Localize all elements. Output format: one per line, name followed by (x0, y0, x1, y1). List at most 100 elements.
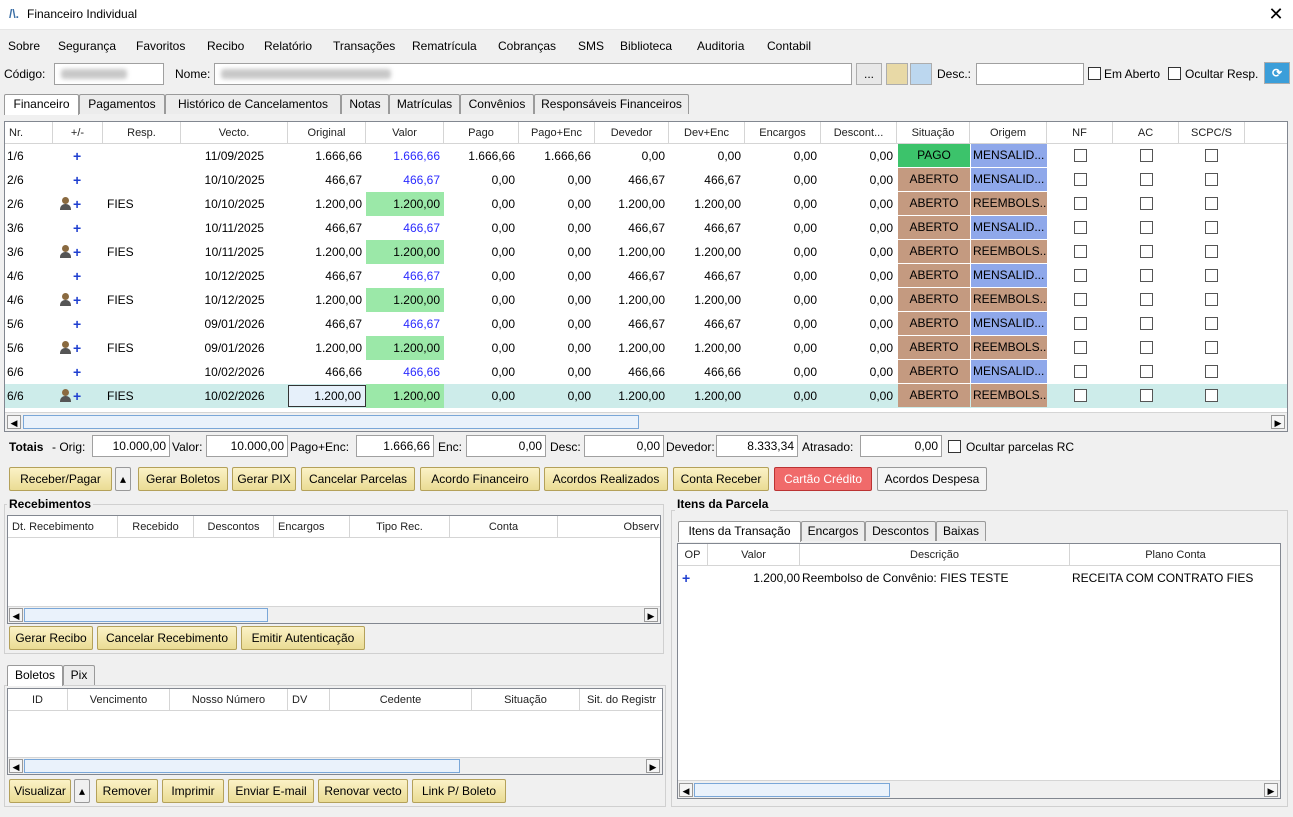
total-enc-field[interactable]: 0,00 (466, 435, 546, 457)
gerar-pix-button[interactable]: Gerar PIX (232, 467, 296, 491)
receber-pagar-button[interactable]: Receber/Pagar (9, 467, 112, 491)
nf-checkbox[interactable] (1074, 365, 1087, 378)
total-orig-field[interactable]: 10.000,00 (92, 435, 170, 457)
close-icon[interactable]: ✕ (1266, 3, 1286, 25)
acordos-despesa-button[interactable]: Acordos Despesa (877, 467, 987, 491)
scpc-checkbox[interactable] (1205, 245, 1218, 258)
plus-icon[interactable]: + (73, 312, 81, 336)
col-original[interactable]: Original (288, 122, 366, 144)
ac-checkbox[interactable] (1140, 269, 1153, 282)
menu-rematricula[interactable]: Rematrícula (412, 39, 477, 53)
col-nf[interactable]: NF (1047, 122, 1113, 144)
col-ac[interactable]: AC (1113, 122, 1179, 144)
col-descontos[interactable]: Descontos (194, 516, 274, 538)
cartao-credito-button[interactable]: Cartão Crédito (774, 467, 872, 491)
plus-icon[interactable]: + (73, 360, 81, 384)
nf-checkbox[interactable] (1074, 173, 1087, 186)
nf-checkbox[interactable] (1074, 341, 1087, 354)
nf-checkbox[interactable] (1074, 269, 1087, 282)
menu-sms[interactable]: SMS (578, 39, 604, 53)
col-encargos[interactable]: Encargos (745, 122, 821, 144)
search-ellipsis-button[interactable]: ... (856, 63, 882, 85)
scpc-checkbox[interactable] (1205, 173, 1218, 186)
scroll-left-icon[interactable]: ◀ (9, 759, 23, 773)
imprimir-button[interactable]: Imprimir (162, 779, 224, 803)
conta-receber-button[interactable]: Conta Receber (673, 467, 769, 491)
plus-icon[interactable]: + (73, 240, 81, 264)
plus-icon[interactable]: + (73, 144, 81, 168)
ac-checkbox[interactable] (1140, 341, 1153, 354)
menu-sobre[interactable]: Sobre (8, 39, 40, 53)
table-row[interactable]: 1/6 +11/09/2025 1.666,66 1.666,66 1.666,66 1.… (5, 144, 1287, 168)
col-dev-enc[interactable]: Dev+Enc (669, 122, 745, 144)
scroll-thumb[interactable] (24, 759, 460, 773)
table-row[interactable]: 2/6 + FIES 10/10/2025 1.200,00 1.200,00 0,00 0,… (5, 192, 1287, 216)
scpc-checkbox[interactable] (1205, 365, 1218, 378)
acordos-realizados-button[interactable]: Acordos Realizados (544, 467, 668, 491)
total-desc-field[interactable]: 0,00 (584, 435, 664, 457)
ac-checkbox[interactable] (1140, 365, 1153, 378)
scpc-checkbox[interactable] (1205, 269, 1218, 282)
em-aberto-checkbox[interactable] (1088, 67, 1101, 80)
scpc-checkbox[interactable] (1205, 389, 1218, 402)
total-pagoenc-field[interactable]: 1.666,66 (356, 435, 434, 457)
scpc-checkbox[interactable] (1205, 221, 1218, 234)
col-pago-enc[interactable]: Pago+Enc (519, 122, 595, 144)
col-plus-minus[interactable]: +/- (53, 122, 103, 144)
col-origem[interactable]: Origem (970, 122, 1047, 144)
tab-pix[interactable]: Pix (63, 665, 95, 685)
table-row[interactable]: 6/6 +10/02/2026 466,66 466,66 0,00 0,00 466,66… (5, 360, 1287, 384)
table-row[interactable]: 4/6 + FIES 10/12/2025 1.200,00 1.200,00 0,00 0,… (5, 288, 1287, 312)
table-row[interactable]: 4/6 +10/12/2025 466,67 466,67 0,00 0,00 466,67… (5, 264, 1287, 288)
cancelar-parcelas-button[interactable]: Cancelar Parcelas (301, 467, 415, 491)
col-op[interactable]: OP (678, 544, 708, 566)
renovar-vecto-button[interactable]: Renovar vecto (318, 779, 408, 803)
nome-input[interactable] (214, 63, 852, 85)
col-recebido[interactable]: Recebido (118, 516, 194, 538)
nf-checkbox[interactable] (1074, 389, 1087, 402)
col-valor[interactable]: Valor (708, 544, 800, 566)
table-row[interactable]: 5/6 + FIES 09/01/2026 1.200,00 1.200,00 0,00 0,… (5, 336, 1287, 360)
col-dt-recebimento[interactable]: Dt. Recebimento (8, 516, 118, 538)
nf-checkbox[interactable] (1074, 293, 1087, 306)
col-plano-conta[interactable]: Plano Conta (1070, 544, 1280, 566)
scroll-left-icon[interactable]: ◀ (679, 783, 693, 797)
recebimentos-hscrollbar[interactable]: ◀ ▶ (8, 606, 660, 623)
visualizar-dropdown-icon[interactable]: ▴ (74, 779, 90, 803)
scpc-checkbox[interactable] (1205, 293, 1218, 306)
col-nr[interactable]: Nr. (5, 122, 53, 144)
col-resp[interactable]: Resp. (103, 122, 181, 144)
table-row[interactable]: 3/6 + FIES 10/11/2025 1.200,00 1.200,00 0,00 0,… (5, 240, 1287, 264)
gerar-recibo-button[interactable]: Gerar Recibo (9, 626, 93, 650)
scpc-checkbox[interactable] (1205, 317, 1218, 330)
ac-checkbox[interactable] (1140, 245, 1153, 258)
emitir-autenticacao-button[interactable]: Emitir Autenticação (241, 626, 365, 650)
table-row[interactable]: 6/6 + FIES 10/02/2026 1.200,00 1.200,00 0,00 0,… (5, 384, 1287, 408)
tab-notas[interactable]: Notas (341, 94, 389, 114)
col-id[interactable]: ID (8, 689, 68, 711)
menu-favoritos[interactable]: Favoritos (136, 39, 185, 53)
ac-checkbox[interactable] (1140, 149, 1153, 162)
tab-itens-transacao[interactable]: Itens da Transação (678, 521, 801, 542)
acordo-financeiro-button[interactable]: Acordo Financeiro (420, 467, 540, 491)
col-pago[interactable]: Pago (444, 122, 519, 144)
codigo-input[interactable] (54, 63, 164, 85)
total-atrasado-field[interactable]: 0,00 (860, 435, 942, 457)
plus-icon[interactable]: + (73, 264, 81, 288)
tab-convenios[interactable]: Convênios (460, 94, 534, 114)
table-row[interactable]: 2/6 +10/10/2025 466,67 466,67 0,00 0,00 466,67… (5, 168, 1287, 192)
tab-encargos[interactable]: Encargos (801, 521, 865, 541)
nf-checkbox[interactable] (1074, 317, 1087, 330)
table-row[interactable]: 3/6 +10/11/2025 466,67 466,67 0,00 0,00 466,67… (5, 216, 1287, 240)
plus-icon[interactable]: + (73, 288, 81, 312)
tab-responsaveis-financeiros[interactable]: Responsáveis Financeiros (534, 94, 689, 114)
itens-row[interactable]: + 1.200,00 Reembolso de Convênio: FIES T… (678, 567, 1280, 589)
menu-transacoes[interactable]: Transações (333, 39, 395, 53)
tab-financeiro[interactable]: Financeiro (4, 94, 79, 115)
plus-icon[interactable]: + (73, 216, 81, 240)
col-cedente[interactable]: Cedente (330, 689, 472, 711)
remover-button[interactable]: Remover (96, 779, 158, 803)
gerar-boletos-button[interactable]: Gerar Boletos (138, 467, 228, 491)
menu-seguranca[interactable]: Segurança (58, 39, 116, 53)
ac-checkbox[interactable] (1140, 221, 1153, 234)
